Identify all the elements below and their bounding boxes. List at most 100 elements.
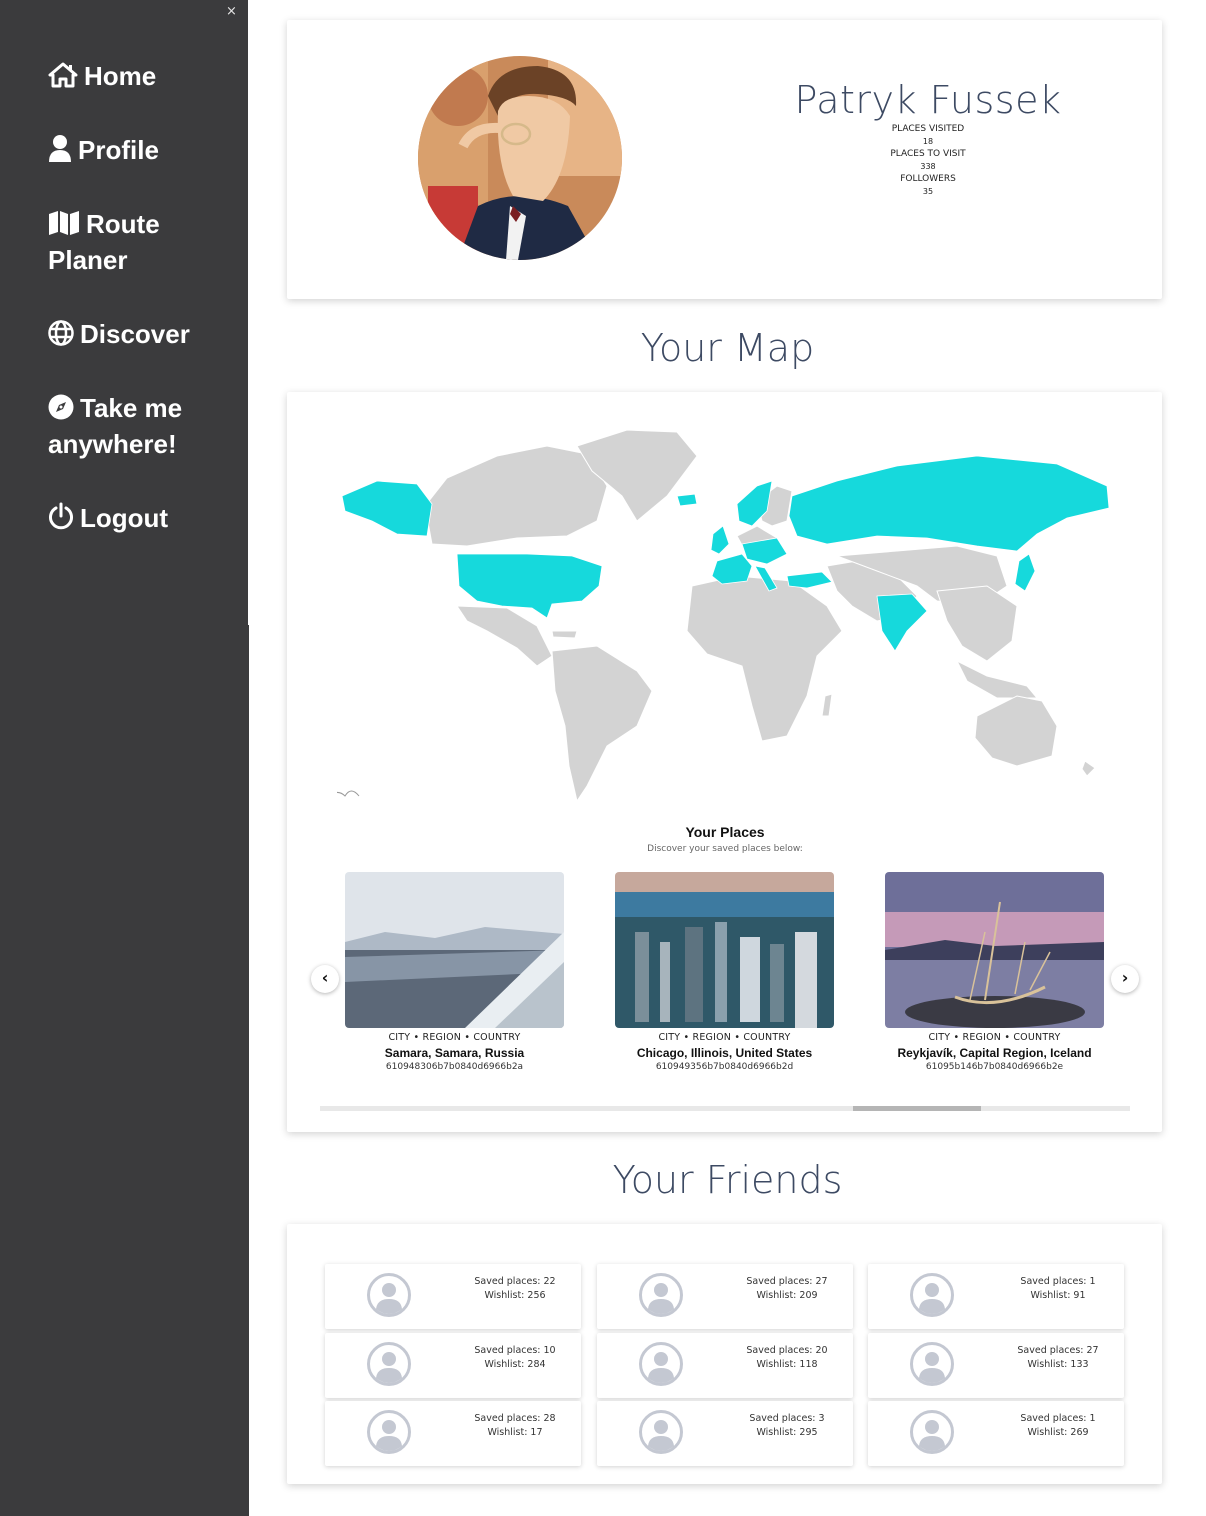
nav-item-discover[interactable]: Discover: [48, 316, 238, 352]
sidebar: × Home Profile Route Planer Discover Tak…: [0, 0, 249, 1516]
friend-saved-places: Saved places: 28: [474, 1413, 556, 1424]
friend-saved-places: Saved places: 1: [1020, 1413, 1096, 1424]
nav-item-label: Discover: [80, 319, 190, 349]
friend-stats: Saved places: 22 Wishlist: 256: [460, 1275, 570, 1303]
friend-avatar-icon: [367, 1273, 411, 1321]
profile-name: Patryk Fussek: [794, 78, 1062, 122]
map-card: Your Places Discover your saved places b…: [287, 392, 1162, 1132]
place-name: Samara, Samara, Russia: [384, 1046, 525, 1060]
carousel-prev-button[interactable]: ‹: [311, 965, 339, 993]
friend-card[interactable]: Saved places: 22 Wishlist: 256: [325, 1264, 581, 1329]
home-icon: [48, 62, 78, 88]
stat-label-followers: FOLLOWERS: [900, 174, 956, 184]
friend-avatar-icon: [639, 1410, 683, 1458]
friend-stats: Saved places: 27 Wishlist: 133: [1003, 1344, 1113, 1372]
compass-icon: [48, 394, 74, 420]
map-logo-icon: [337, 790, 360, 797]
friend-saved-places: Saved places: 1: [1020, 1276, 1096, 1287]
friend-saved-places: Saved places: 27: [746, 1276, 828, 1287]
friend-stats: Saved places: 3 Wishlist: 295: [732, 1412, 842, 1440]
place-meta: CITY • REGION • COUNTRY: [928, 1032, 1061, 1043]
profile-photo: [418, 56, 622, 260]
friend-wishlist: Wishlist: 269: [1027, 1427, 1089, 1438]
places-subtitle: Discover your saved places below:: [647, 844, 803, 854]
friend-card[interactable]: Saved places: 27 Wishlist: 209: [597, 1264, 853, 1329]
carousel-next-button[interactable]: ›: [1111, 965, 1139, 993]
place-card[interactable]: CITY • REGION • COUNTRY Chicago, Illinoi…: [615, 872, 834, 1072]
friend-stats: Saved places: 10 Wishlist: 284: [460, 1344, 570, 1372]
friend-stats: Saved places: 28 Wishlist: 17: [460, 1412, 570, 1440]
friend-wishlist: Wishlist: 209: [756, 1290, 818, 1301]
carousel-scrollbar-thumb[interactable]: [853, 1106, 981, 1111]
place-name: Chicago, Illinois, United States: [636, 1046, 813, 1060]
stat-value-places-to-visit: 338: [920, 162, 936, 171]
carousel-scrollbar[interactable]: [320, 1106, 1130, 1111]
place-meta: CITY • REGION • COUNTRY: [388, 1032, 521, 1043]
close-sidebar-button[interactable]: ×: [226, 4, 237, 19]
friend-wishlist: Wishlist: 133: [1027, 1359, 1089, 1370]
place-id: 610948306b7b0840d6966b2a: [385, 1062, 524, 1072]
nav-item-profile[interactable]: Profile: [48, 132, 238, 168]
friend-avatar-icon: [910, 1410, 954, 1458]
friend-card[interactable]: Saved places: 1 Wishlist: 91: [868, 1264, 1124, 1329]
friend-wishlist: Wishlist: 118: [756, 1359, 818, 1370]
friend-wishlist: Wishlist: 295: [756, 1427, 818, 1438]
place-card[interactable]: CITY • REGION • COUNTRY Samara, Samara, …: [345, 872, 564, 1072]
friend-stats: Saved places: 1 Wishlist: 91: [1003, 1275, 1113, 1303]
friend-avatar-icon: [367, 1410, 411, 1458]
nav-item-take-me-anywhere[interactable]: Take me anywhere!: [48, 390, 238, 462]
friend-card[interactable]: Saved places: 28 Wishlist: 17: [325, 1401, 581, 1466]
profile-card: Patryk Fussek PLACES VISITED 18 PLACES T…: [287, 20, 1162, 299]
friend-avatar-icon: [910, 1273, 954, 1321]
friend-saved-places: Saved places: 3: [749, 1413, 825, 1424]
friends-section-title: Your Friends: [612, 1158, 843, 1202]
stat-label-places-visited: PLACES VISITED: [891, 124, 965, 134]
place-id: 610949356b7b0840d6966b2d: [655, 1062, 794, 1072]
places-title: Your Places: [685, 824, 765, 840]
friend-stats: Saved places: 20 Wishlist: 118: [732, 1344, 842, 1372]
nav-item-route-planer[interactable]: Route Planer: [48, 206, 238, 278]
friend-saved-places: Saved places: 10: [474, 1345, 556, 1356]
globe-icon: [48, 320, 74, 346]
friend-stats: Saved places: 27 Wishlist: 209: [732, 1275, 842, 1303]
friend-wishlist: Wishlist: 17: [487, 1427, 543, 1438]
friend-saved-places: Saved places: 27: [1017, 1345, 1099, 1356]
friend-stats: Saved places: 1 Wishlist: 269: [1003, 1412, 1113, 1440]
friend-avatar-icon: [910, 1342, 954, 1390]
friend-saved-places: Saved places: 22: [474, 1276, 556, 1287]
nav-item-logout[interactable]: Logout: [48, 500, 238, 536]
power-icon: [49, 502, 73, 530]
friend-wishlist: Wishlist: 91: [1030, 1290, 1086, 1301]
stat-value-places-visited: 18: [922, 137, 934, 146]
nav-item-label: Home: [84, 61, 157, 91]
friend-card[interactable]: Saved places: 27 Wishlist: 133: [868, 1333, 1124, 1398]
friend-avatar-icon: [367, 1342, 411, 1390]
place-id: 61095b146b7b0840d6966b2e: [925, 1062, 1064, 1072]
profile-avatar: [418, 56, 622, 260]
map-icon: [49, 211, 79, 235]
place-image-samara: [345, 872, 564, 1028]
place-card[interactable]: CITY • REGION • COUNTRY Reykjavík, Capit…: [885, 872, 1104, 1072]
nav-item-home[interactable]: Home: [48, 58, 238, 94]
main-content: Patryk Fussek PLACES VISITED 18 PLACES T…: [249, 0, 1206, 1516]
world-map[interactable]: [337, 426, 1112, 806]
map-section-title: Your Map: [640, 326, 815, 370]
place-image-reykjavik: [885, 872, 1104, 1028]
friend-avatar-icon: [639, 1342, 683, 1390]
place-name: Reykjavík, Capital Region, Iceland: [897, 1046, 1092, 1060]
stat-value-followers: 35: [922, 187, 934, 196]
friend-wishlist: Wishlist: 284: [484, 1359, 546, 1370]
place-meta: CITY • REGION • COUNTRY: [658, 1032, 791, 1043]
friend-card[interactable]: Saved places: 20 Wishlist: 118: [597, 1333, 853, 1398]
friend-avatar-icon: [639, 1273, 683, 1321]
friend-card[interactable]: Saved places: 1 Wishlist: 269: [868, 1401, 1124, 1466]
nav-item-label: Profile: [78, 135, 159, 165]
place-image-chicago: [615, 872, 834, 1028]
nav-item-label: Logout: [80, 503, 169, 533]
friend-saved-places: Saved places: 20: [746, 1345, 828, 1356]
friends-card: Saved places: 22 Wishlist: 256 Saved place…: [287, 1224, 1162, 1484]
friend-card[interactable]: Saved places: 3 Wishlist: 295: [597, 1401, 853, 1466]
friend-card[interactable]: Saved places: 10 Wishlist: 284: [325, 1333, 581, 1398]
friend-wishlist: Wishlist: 256: [484, 1290, 546, 1301]
stat-label-places-to-visit: PLACES TO VISIT: [890, 149, 966, 159]
